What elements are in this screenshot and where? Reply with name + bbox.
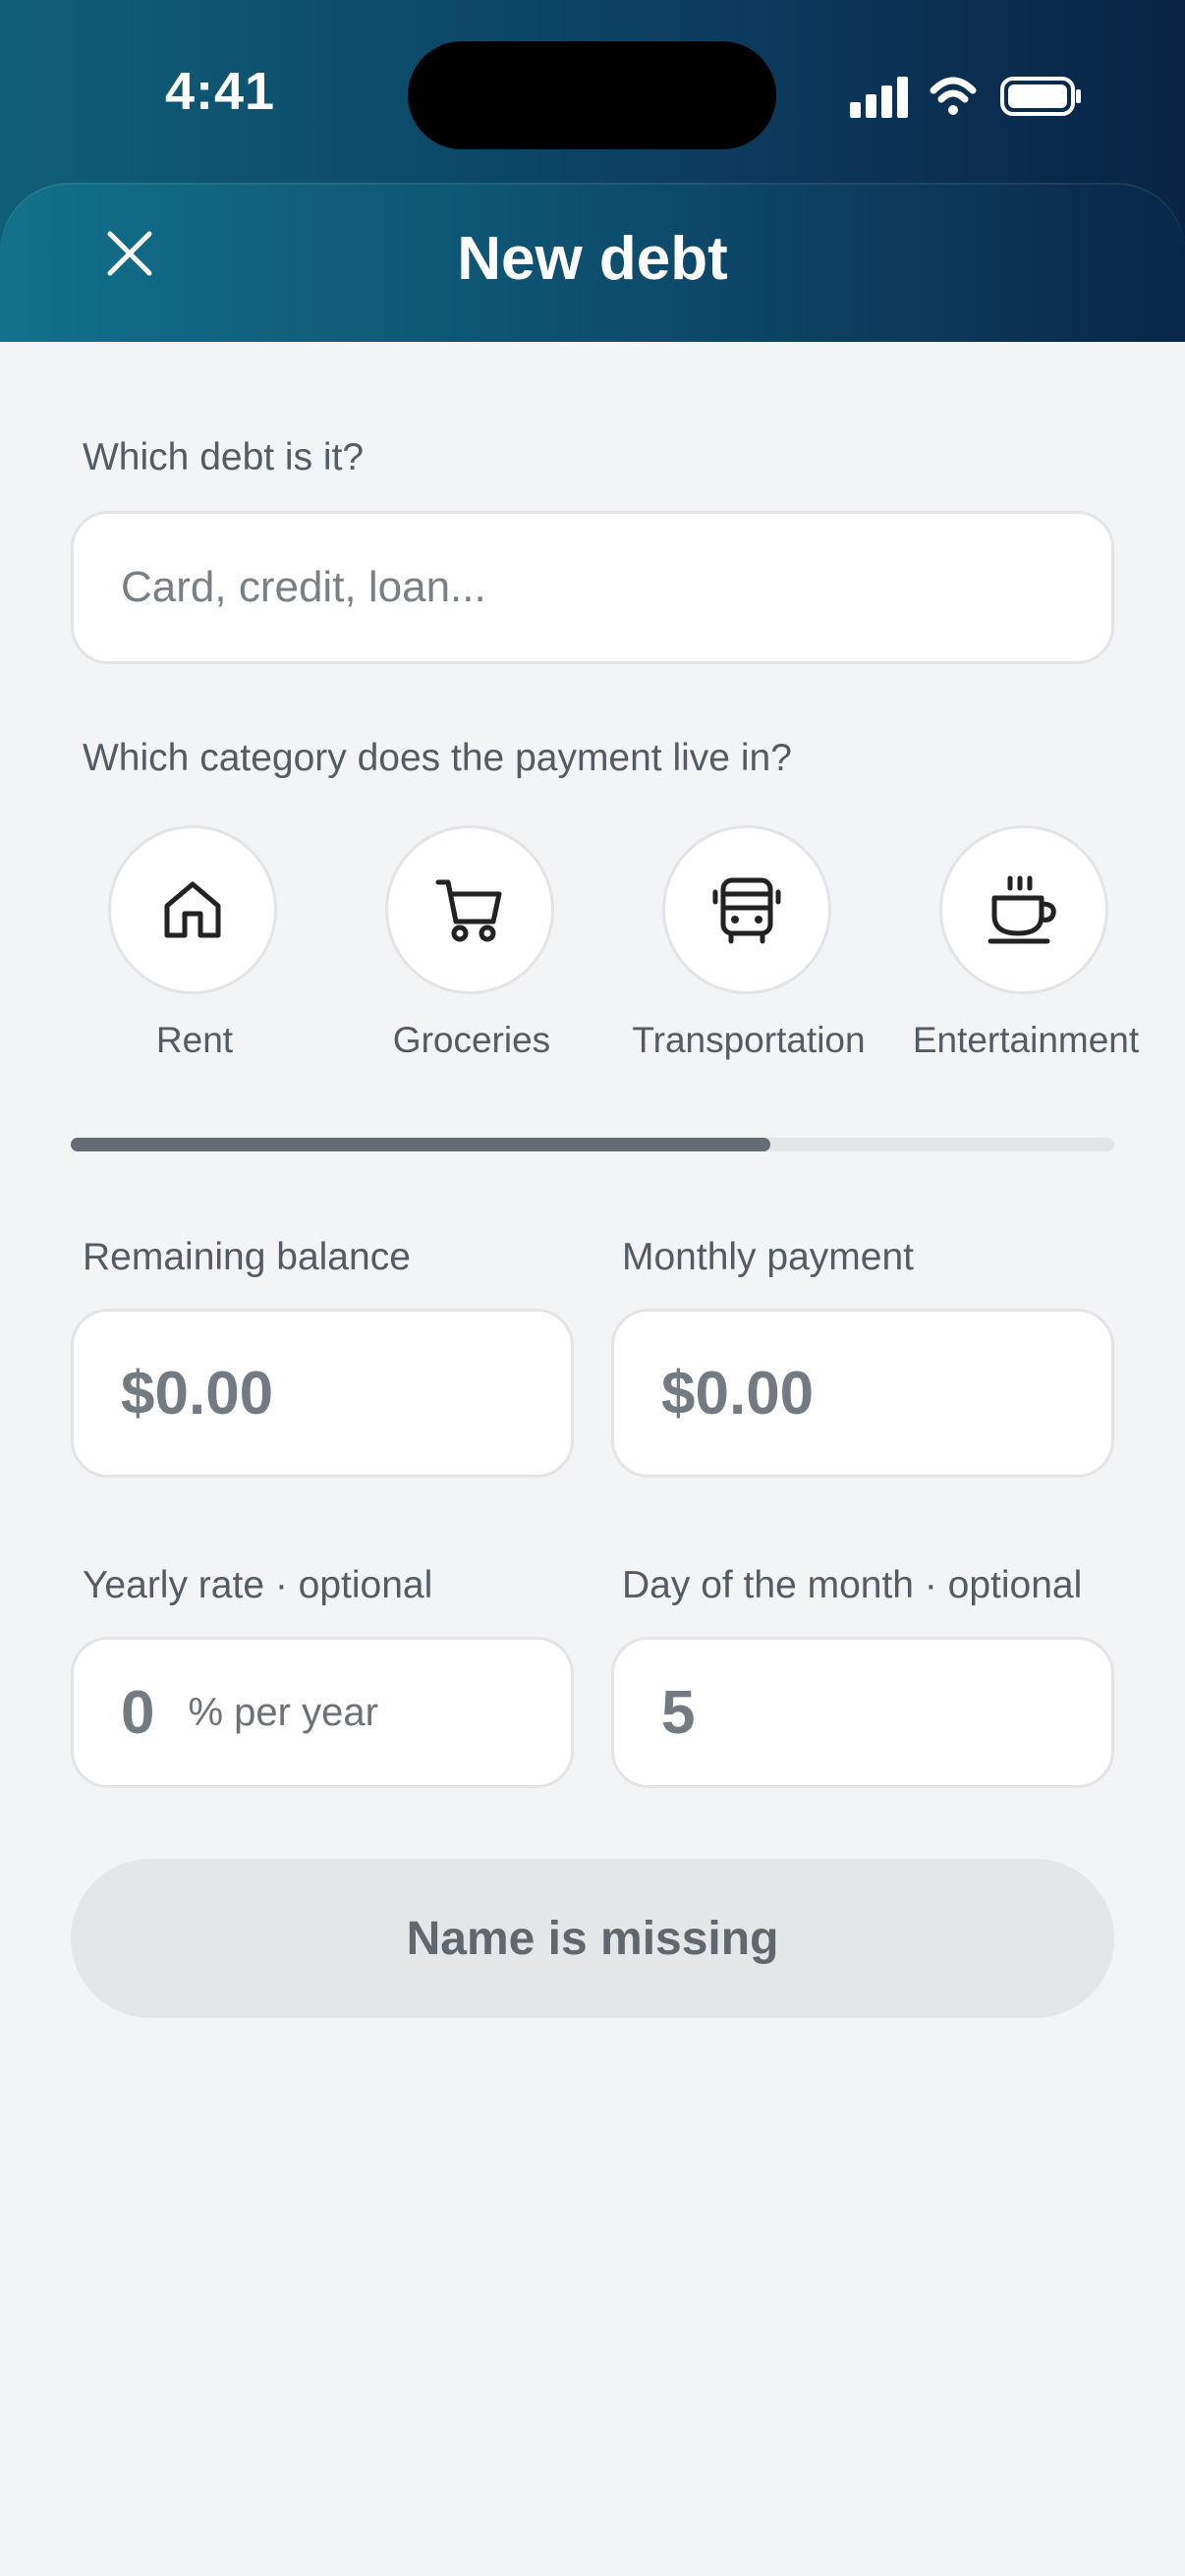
day-value: 5: [661, 1678, 696, 1747]
balance-value: $0.00: [121, 1359, 274, 1428]
day-of-month-input[interactable]: 5: [611, 1637, 1114, 1788]
monthly-label: Monthly payment: [622, 1236, 914, 1278]
monthly-payment-input[interactable]: $0.00: [611, 1309, 1114, 1478]
rate-label: Yearly rate · optional: [83, 1564, 433, 1606]
page-title: New debt: [457, 225, 728, 293]
day-label: Day of the month · optional: [622, 1564, 1083, 1606]
status-bar: 4:41: [0, 0, 1185, 187]
category-label-groceries: Groceries: [392, 1020, 551, 1060]
form-content: Which debt is it? Card, credit, loan... …: [0, 342, 1185, 2576]
category-item-groceries[interactable]: Groceries: [334, 825, 609, 1081]
category-circle: [662, 825, 831, 994]
bus-icon: [712, 877, 781, 944]
debt-name-label: Which debt is it?: [83, 436, 365, 478]
category-circle: [385, 825, 554, 994]
category-circle: [108, 825, 277, 994]
status-icons: [847, 69, 1083, 124]
debt-name-input[interactable]: Card, credit, loan...: [71, 511, 1114, 664]
category-label-entertainment: Entertainment: [912, 1020, 1140, 1060]
category-scrollbar[interactable]: [71, 1138, 1114, 1151]
monthly-value: $0.00: [661, 1359, 815, 1428]
cellular-signal-icon: [850, 77, 908, 118]
shopping-cart-icon: [435, 879, 502, 942]
category-circle: [939, 825, 1108, 994]
balance-input[interactable]: $0.00: [71, 1309, 574, 1478]
rate-suffix: % per year: [188, 1690, 378, 1734]
house-icon: [164, 881, 221, 938]
status-time: 4:41: [165, 62, 276, 121]
dynamic-island: [408, 41, 776, 149]
balance-label: Remaining balance: [83, 1236, 411, 1278]
rate-value: 0: [121, 1678, 155, 1747]
category-item-transportation[interactable]: Transportation: [611, 825, 886, 1081]
category-label: Which category does the payment live in?: [83, 737, 792, 779]
debt-name-placeholder: Card, credit, loan...: [121, 563, 486, 611]
status-icons-svg: [850, 77, 1081, 118]
category-item-entertainment[interactable]: Entertainment: [888, 825, 1163, 1081]
coffee-cup-icon: [988, 875, 1056, 944]
yearly-rate-input[interactable]: 0 % per year: [71, 1637, 574, 1788]
submit-button[interactable]: Name is missing: [71, 1859, 1114, 2018]
wifi-icon: [930, 77, 977, 115]
category-label-rent: Rent: [155, 1020, 234, 1060]
sheet-header: New debt: [0, 183, 1185, 342]
battery-icon: [1000, 77, 1081, 116]
category-scrollbar-thumb[interactable]: [71, 1138, 770, 1151]
category-item-rent[interactable]: Rent: [57, 825, 332, 1081]
category-label-transportation: Transportation: [632, 1020, 866, 1060]
